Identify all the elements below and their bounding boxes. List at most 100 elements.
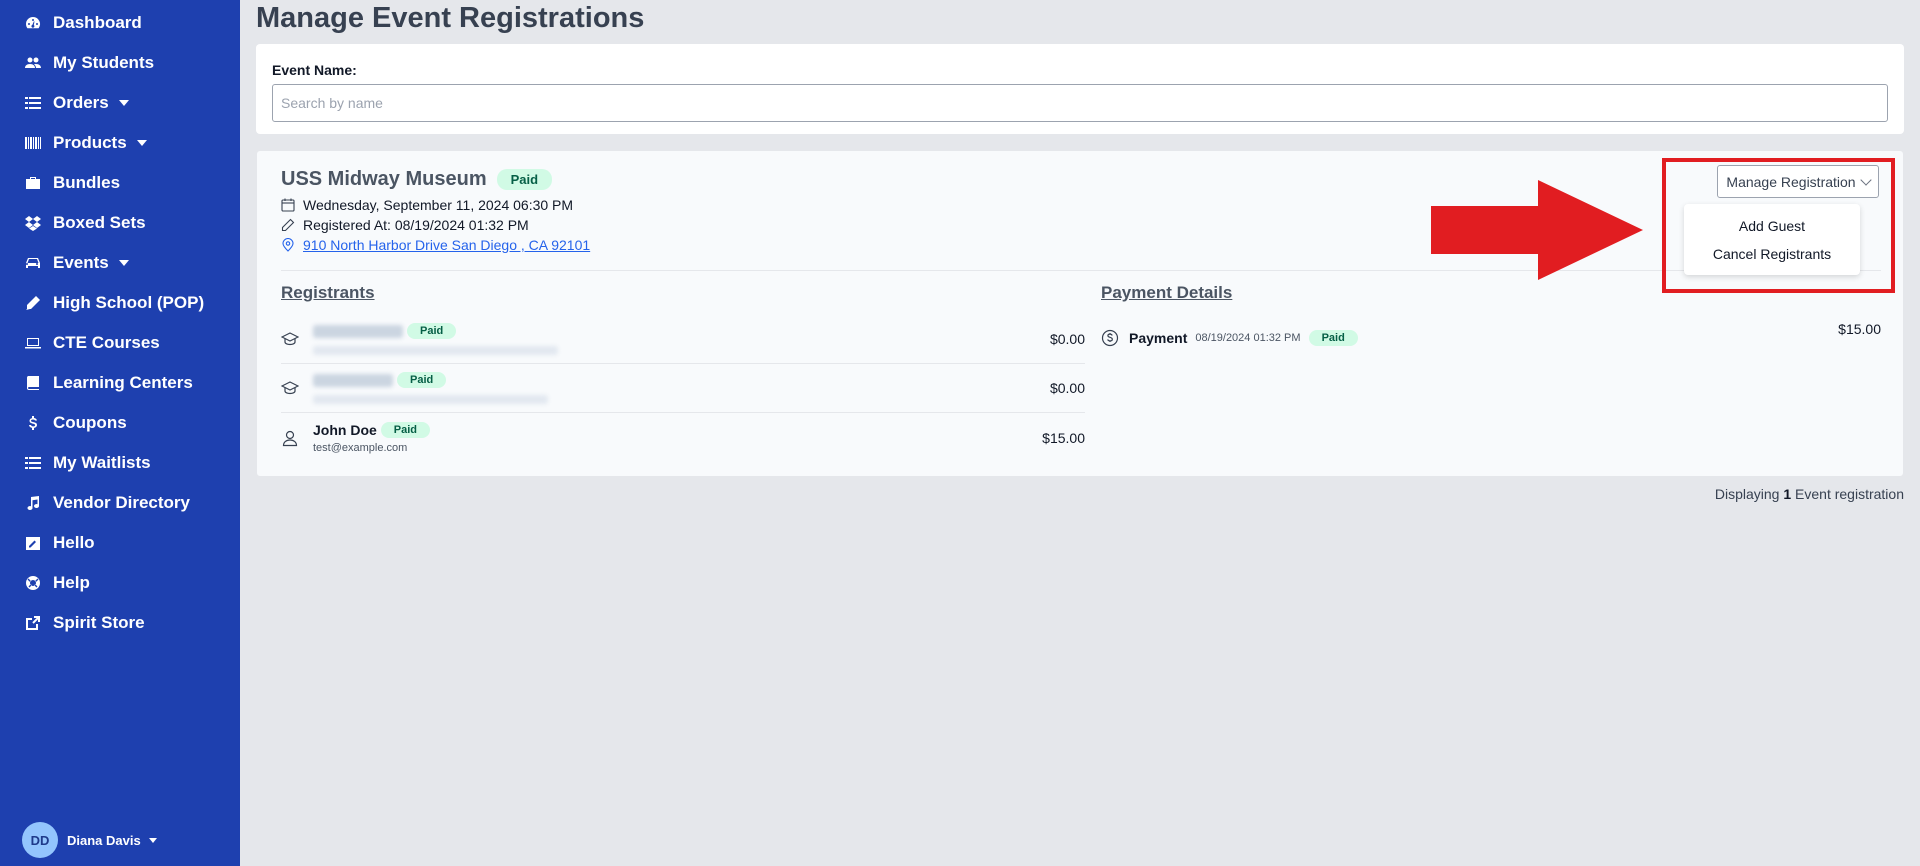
sidebar-item-label: Dashboard — [53, 13, 142, 32]
sidebar-item-label: Products — [53, 133, 127, 152]
sidebar-item-vendor-directory[interactable]: Vendor Directory — [0, 483, 240, 523]
calendar-icon — [281, 198, 295, 212]
status-badge: Paid — [1308, 330, 1358, 346]
sidebar-item-label: My Students — [53, 53, 155, 72]
sidebar-item-label: High School (POP) — [53, 293, 205, 312]
caret-down-icon — [148, 837, 157, 843]
sidebar-item-my-waitlists[interactable]: My Waitlists — [0, 443, 240, 483]
laptop-icon — [24, 334, 42, 352]
registrant-row: Paid $0.00 — [281, 315, 1085, 364]
event-name-label: Event Name: — [272, 62, 357, 78]
dropbox-icon — [24, 214, 42, 232]
event-datetime-row: Wednesday, September 11, 2024 06:30 PM — [281, 197, 573, 213]
payment-row: Payment 08/19/2024 01:32 PM Paid $15.00 — [1101, 321, 1881, 347]
graduation-cap-icon — [281, 379, 299, 397]
sidebar-item-spirit-store[interactable]: Spirit Store — [0, 603, 240, 643]
payment-date: 08/19/2024 01:32 PM — [1195, 332, 1301, 344]
sidebar-item-events[interactable]: Events — [0, 243, 240, 283]
status-badge: Paid — [407, 323, 457, 339]
dashboard-icon — [24, 14, 42, 32]
status-badge: Paid — [397, 372, 447, 388]
payment-amount: $15.00 — [1838, 321, 1881, 337]
sidebar-item-cte-courses[interactable]: CTE Courses — [0, 323, 240, 363]
event-header: USS Midway Museum Paid — [281, 168, 553, 191]
search-input[interactable] — [272, 84, 1888, 122]
graduation-cap-icon — [281, 330, 299, 348]
sidebar-item-dashboard[interactable]: Dashboard — [0, 3, 240, 43]
sidebar-item-label: Learning Centers — [53, 373, 193, 392]
avatar: DD — [22, 822, 58, 858]
event-title: USS Midway Museum — [281, 168, 487, 190]
event-registered-row: Registered At: 08/19/2024 01:32 PM — [281, 217, 529, 233]
sidebar-item-label: Events — [53, 253, 109, 272]
registrant-row: John Doe Paid test@example.com $15.00 — [281, 413, 1085, 462]
sidebar-item-coupons[interactable]: Coupons — [0, 403, 240, 443]
list-icon — [24, 94, 42, 112]
registrants-heading: Registrants — [281, 283, 375, 302]
sidebar-item-boxed-sets[interactable]: Boxed Sets — [0, 203, 240, 243]
registrant-row: Paid $0.00 — [281, 364, 1085, 413]
sidebar-item-label: Vendor Directory — [53, 493, 190, 512]
sidebar-item-label: Spirit Store — [53, 613, 145, 632]
pencil-icon — [24, 294, 42, 312]
status-badge: Paid — [380, 421, 431, 438]
users-icon — [24, 54, 42, 72]
sidebar-item-label: Orders — [53, 93, 109, 112]
sidebar-item-label: My Waitlists — [53, 453, 151, 472]
sidebar-item-my-students[interactable]: My Students — [0, 43, 240, 83]
user-menu[interactable]: DD Diana Davis — [22, 822, 157, 858]
red-arrow-annotation — [1431, 180, 1643, 280]
sidebar-item-bundles[interactable]: Bundles — [0, 163, 240, 203]
user-name: Diana Davis — [67, 832, 141, 848]
sidebar-item-label: Boxed Sets — [53, 213, 146, 232]
results-prefix: Displaying — [1714, 486, 1784, 502]
payment-label: Payment — [1129, 330, 1188, 346]
registrant-amount: $0.00 — [1049, 331, 1085, 347]
page-title: Manage Event Registrations — [256, 2, 645, 34]
registrant-name-redacted — [313, 373, 393, 387]
pencil-icon — [281, 218, 295, 232]
filter-card: Event Name: — [256, 44, 1904, 134]
registrant-email: test@example.com — [313, 441, 408, 454]
sidebar-item-label: Help — [53, 573, 90, 592]
sidebar-item-label: Hello — [53, 533, 95, 552]
dollar-icon — [24, 414, 42, 432]
edit-square-icon — [24, 534, 42, 552]
event-address-link[interactable]: 910 North Harbor Drive San Diego , CA 92… — [303, 237, 590, 253]
sidebar: Dashboard My Students Orders Products Bu… — [0, 0, 240, 866]
sidebar-item-help[interactable]: Help — [0, 563, 240, 603]
sidebar-item-label: Coupons — [53, 413, 127, 432]
caret-down-icon — [136, 140, 147, 146]
user-icon — [281, 429, 299, 447]
music-icon — [24, 494, 42, 512]
sidebar-item-label: CTE Courses — [53, 333, 160, 352]
registrant-info: John Doe Paid test@example.com — [313, 421, 1042, 454]
registrant-email-redacted — [313, 346, 558, 355]
registrant-amount: $0.00 — [1049, 380, 1085, 396]
payment-details-heading: Payment Details — [1101, 283, 1233, 302]
sidebar-item-products[interactable]: Products — [0, 123, 240, 163]
dollar-circle-icon — [1101, 329, 1119, 347]
map-pin-icon — [281, 238, 295, 252]
highlight-box — [1662, 158, 1895, 293]
registrant-info: Paid — [313, 323, 1050, 355]
results-suffix: Event registration — [1791, 486, 1904, 502]
registrant-name-redacted — [313, 324, 403, 338]
book-icon — [24, 374, 42, 392]
briefcase-icon — [24, 174, 42, 192]
sidebar-item-hello[interactable]: Hello — [0, 523, 240, 563]
registrant-info: Paid — [313, 372, 1050, 404]
sidebar-item-label: Bundles — [53, 173, 121, 192]
caret-down-icon — [118, 260, 129, 266]
sidebar-item-orders[interactable]: Orders — [0, 83, 240, 123]
sidebar-item-high-school[interactable]: High School (POP) — [0, 283, 240, 323]
sidebar-item-learning-centers[interactable]: Learning Centers — [0, 363, 240, 403]
registrant-name: John Doe — [313, 421, 377, 438]
external-link-icon — [24, 614, 42, 632]
results-count: Displaying 1 Event registration — [1715, 486, 1904, 502]
lifebuoy-icon — [24, 574, 42, 592]
sidebar-nav: Dashboard My Students Orders Products Bu… — [0, 0, 240, 643]
event-card: USS Midway Museum Paid Wednesday, Septem… — [256, 150, 1904, 477]
registrant-email-redacted — [313, 395, 548, 404]
results-number: 1 — [1783, 486, 1792, 502]
